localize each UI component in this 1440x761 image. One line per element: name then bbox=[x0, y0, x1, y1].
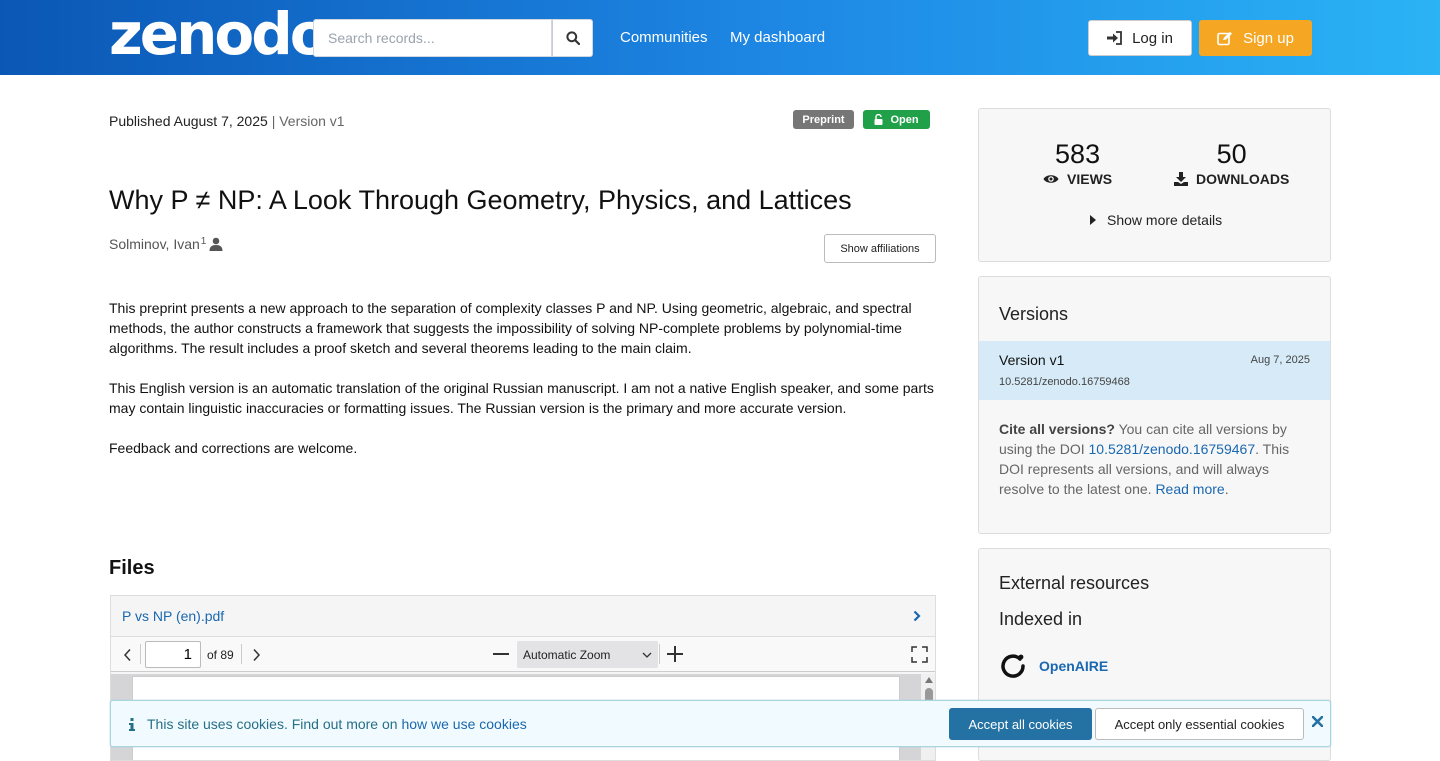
views-stat: 583 VIEWS bbox=[1043, 139, 1112, 187]
login-label: Log in bbox=[1132, 29, 1173, 47]
toolbar-divider bbox=[140, 644, 141, 664]
version-doi: 10.5281/zenodo.16759468 bbox=[999, 376, 1130, 388]
description-paragraph: This preprint presents a new approach to… bbox=[109, 300, 912, 356]
close-icon bbox=[1311, 715, 1323, 727]
edit-icon bbox=[1217, 31, 1233, 45]
nav-my-dashboard[interactable]: My dashboard bbox=[730, 29, 825, 46]
cite-heading: Cite all versions? bbox=[999, 421, 1115, 437]
downloads-stat: 50 DOWNLOADS bbox=[1174, 139, 1289, 187]
scroll-up-icon[interactable] bbox=[925, 677, 933, 683]
signup-button[interactable]: Sign up bbox=[1199, 20, 1312, 56]
access-status-label: Open bbox=[890, 113, 919, 126]
publication-info: Published August 7, 2025 | Version v1 bbox=[109, 113, 345, 129]
pdf-toolbar: of 89 Automatic Zoom bbox=[111, 637, 935, 672]
page-count: of 89 bbox=[207, 648, 234, 662]
description-paragraph: Feedback and corrections are welcome. bbox=[109, 440, 358, 456]
published-date: Published August 7, 2025 bbox=[109, 113, 268, 129]
show-more-details-label: Show more details bbox=[1107, 212, 1223, 228]
page-number-input[interactable] bbox=[145, 641, 201, 668]
views-label-row: VIEWS bbox=[1043, 171, 1112, 187]
views-count: 583 bbox=[1055, 139, 1101, 169]
cite-end: . bbox=[1224, 481, 1229, 497]
toolbar-divider bbox=[241, 644, 242, 664]
downloads-count: 50 bbox=[1216, 139, 1247, 169]
unlock-icon bbox=[874, 114, 883, 125]
search-button[interactable] bbox=[552, 19, 593, 57]
read-more-link[interactable]: Read more bbox=[1155, 481, 1224, 497]
sign-in-icon bbox=[1107, 31, 1122, 45]
search-icon bbox=[565, 31, 580, 45]
separator: | bbox=[271, 113, 276, 129]
record-title: Why P ≠ NP: A Look Through Geometry, Phy… bbox=[109, 185, 852, 215]
access-status-badge[interactable]: Open bbox=[863, 110, 930, 129]
show-more-details-toggle[interactable]: Show more details bbox=[1090, 212, 1222, 228]
version-label: Version v1 bbox=[279, 113, 345, 129]
zoom-out-icon[interactable] bbox=[493, 653, 509, 656]
toolbar-divider bbox=[659, 644, 660, 664]
affiliation-index: 1 bbox=[200, 236, 207, 247]
search-bar bbox=[313, 19, 593, 57]
resource-type-label: Preprint bbox=[802, 113, 845, 126]
creator-list: Solminov, Ivan 1 bbox=[109, 236, 223, 252]
description-paragraph: This English version is an automatic tra… bbox=[109, 380, 934, 416]
version-date: Aug 7, 2025 bbox=[1250, 354, 1310, 366]
indexed-in-heading: Indexed in bbox=[999, 609, 1083, 629]
external-resources-heading: External resources bbox=[999, 573, 1150, 593]
files-heading: Files bbox=[109, 557, 155, 579]
accept-all-cookies-button[interactable]: Accept all cookies bbox=[949, 708, 1092, 740]
cookie-banner: This site uses cookies. Find out more on… bbox=[110, 700, 1331, 747]
openaire-label: OpenAIRE bbox=[1039, 658, 1109, 674]
chevron-down-icon bbox=[642, 652, 652, 658]
previous-page-icon[interactable] bbox=[123, 648, 132, 662]
close-cookie-banner-button[interactable] bbox=[1309, 713, 1325, 729]
show-affiliations-button[interactable]: Show affiliations bbox=[824, 234, 936, 263]
fullscreen-icon[interactable] bbox=[911, 646, 928, 663]
cookie-message: This site uses cookies. Find out more on… bbox=[129, 716, 527, 732]
record-description: This preprint presents a new approach to… bbox=[109, 298, 939, 478]
cookie-text: This site uses cookies. Find out more on bbox=[147, 716, 402, 732]
download-icon bbox=[1174, 172, 1188, 186]
eye-icon bbox=[1043, 175, 1059, 183]
top-header: zenodo Communities My dashboard Log in S… bbox=[0, 0, 1440, 75]
accept-essential-cookies-button[interactable]: Accept only essential cookies bbox=[1095, 708, 1304, 740]
chevron-right-icon[interactable] bbox=[913, 610, 921, 622]
zoom-select[interactable]: Automatic Zoom bbox=[517, 641, 658, 668]
cite-all-versions: Cite all versions? You can cite all vers… bbox=[999, 419, 1309, 499]
file-name-link[interactable]: P vs NP (en).pdf bbox=[122, 608, 224, 624]
version-name[interactable]: Version v1 bbox=[999, 352, 1064, 368]
cookie-policy-link[interactable]: how we use cookies bbox=[401, 716, 526, 732]
creator-name[interactable]: Solminov, Ivan bbox=[109, 236, 200, 252]
versions-heading: Versions bbox=[999, 304, 1069, 324]
stats-card: 583 VIEWS 50 DOWNLOADS Show more details bbox=[978, 108, 1331, 262]
concept-doi-link[interactable]: 10.5281/zenodo.16759467 bbox=[1089, 441, 1256, 457]
versions-card: Versions Version v1 Aug 7, 2025 10.5281/… bbox=[978, 276, 1331, 534]
nav-communities[interactable]: Communities bbox=[620, 29, 708, 46]
downloads-label: DOWNLOADS bbox=[1196, 171, 1290, 187]
openaire-link[interactable]: OpenAIRE bbox=[999, 652, 1108, 680]
zoom-in-icon[interactable] bbox=[667, 646, 683, 662]
caret-right-icon bbox=[1090, 215, 1096, 225]
views-label: VIEWS bbox=[1067, 171, 1113, 187]
info-icon bbox=[129, 717, 135, 731]
user-icon bbox=[209, 237, 223, 251]
openaire-logo-icon bbox=[1001, 654, 1025, 678]
zenodo-logo[interactable]: zenodo bbox=[109, 2, 330, 66]
file-header[interactable]: P vs NP (en).pdf bbox=[111, 596, 935, 637]
next-page-icon[interactable] bbox=[252, 648, 261, 662]
downloads-label-row: DOWNLOADS bbox=[1174, 171, 1289, 187]
version-item[interactable]: Version v1 Aug 7, 2025 10.5281/zenodo.16… bbox=[979, 341, 1330, 400]
search-input[interactable] bbox=[313, 19, 552, 57]
signup-label: Sign up bbox=[1243, 29, 1294, 47]
resource-type-badge[interactable]: Preprint bbox=[793, 110, 854, 129]
login-button[interactable]: Log in bbox=[1088, 20, 1192, 56]
zoom-value: Automatic Zoom bbox=[523, 647, 611, 662]
